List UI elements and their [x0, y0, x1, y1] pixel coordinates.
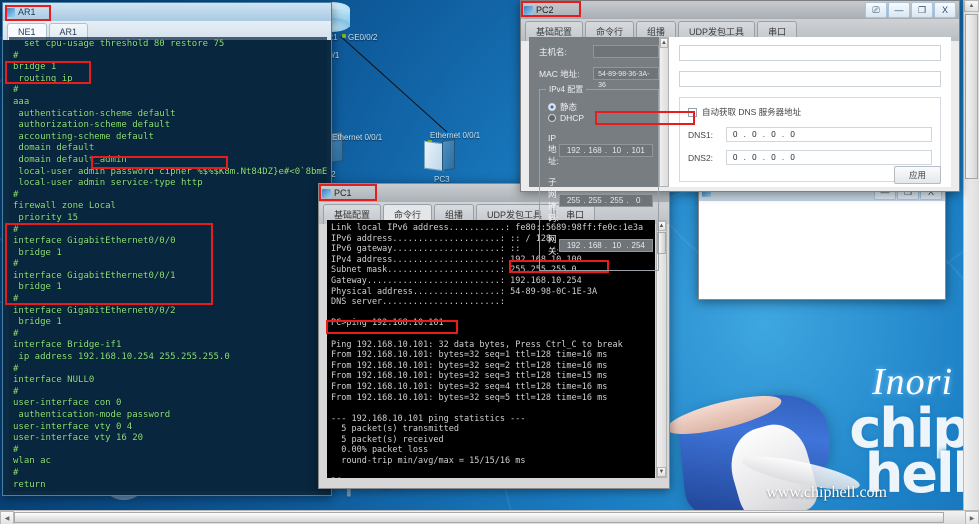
pc2-hostname-input[interactable]: [593, 45, 659, 58]
close-button[interactable]: X: [934, 2, 956, 18]
scroll-left-arrow-icon[interactable]: ◀: [0, 511, 14, 524]
pc2-mac-row: MAC 地址: 54-89-98-36-3A-36: [539, 67, 659, 89]
pc2-hostname-field-right[interactable]: [679, 45, 941, 61]
scroll-up-arrow-icon[interactable]: ▲: [964, 0, 979, 12]
restore-inner-button[interactable]: ⎚: [865, 2, 887, 18]
pc2-mac-field-right[interactable]: [679, 71, 941, 87]
gw-octet-3[interactable]: 10: [607, 240, 626, 251]
pc2-ipv4-group: IPv4 配置 静态 DHCP IP 地址: 192. 168. 10. 101: [539, 84, 659, 271]
gw-octet-4[interactable]: 254: [629, 240, 648, 251]
pc2-mask-row: 子网掩码: 255. 255. 255. 0: [548, 176, 653, 224]
pc2-form-scrollbar[interactable]: ▲: [659, 37, 669, 187]
link-router-pc3[interactable]: [340, 36, 448, 133]
mask-octet-4[interactable]: 0: [629, 195, 648, 206]
mask-octet-1[interactable]: 255: [564, 195, 583, 206]
pc2-dns2-row: DNS2: 0 . 0 . 0 . 0: [688, 150, 932, 165]
background-window[interactable]: — ❐ X: [698, 182, 946, 300]
ip-octet-4[interactable]: 101: [629, 145, 648, 156]
pc2-mask-input[interactable]: 255. 255. 255. 0: [558, 193, 653, 207]
checkbox-icon[interactable]: [688, 107, 697, 117]
horizontal-scroll-thumb[interactable]: [14, 512, 944, 523]
pc2-dns1-row: DNS1: 0 . 0 . 0 . 0: [688, 127, 932, 142]
pc2-hostname-row: 主机名:: [539, 45, 659, 58]
pc2-window-controls[interactable]: ⎚ — ❐ X: [865, 2, 956, 18]
pc2-gateway-input[interactable]: 192. 168. 10. 254: [558, 238, 653, 252]
radio-dhcp[interactable]: DHCP: [548, 113, 584, 123]
pc2-basic-config-form: 主机名: MAC 地址: 54-89-98-36-3A-36 IPv4 配置 静…: [529, 37, 669, 271]
pc2-hostname-label: 主机名:: [539, 46, 567, 57]
pc2-dns1-label: DNS1:: [688, 129, 714, 140]
scroll-up-arrow-icon[interactable]: ▲: [660, 38, 668, 48]
background-window-body: [699, 201, 945, 299]
pc2-mac-label: MAC 地址:: [539, 68, 580, 79]
canvas-horizontal-scrollbar[interactable]: ◀ ▶: [0, 510, 979, 524]
pc2-right-panel: 自动获取 DNS 服务器地址 DNS1: 0 . 0 . 0 . 0 DNS2:…: [669, 37, 951, 187]
pc2-dns2-input[interactable]: 0 . 0 . 0 . 0: [726, 150, 932, 165]
pc2-port-label: Ethernet 0/0/1: [332, 133, 383, 142]
vertical-scroll-thumb[interactable]: [965, 14, 978, 179]
ip-octet-1[interactable]: 192: [564, 145, 583, 156]
ar1-window-title: AR1: [18, 7, 36, 17]
window-icon: [322, 188, 331, 198]
pc2-ip-input[interactable]: 192. 168. 10. 101: [558, 143, 653, 157]
pc2-auto-dns-label: 自动获取 DNS 服务器地址: [702, 107, 802, 117]
window-icon: [524, 5, 533, 15]
pc2-ipv4-group-title: IPv4 配置: [546, 84, 587, 95]
pc1-window-title: PC1: [334, 188, 352, 198]
radio-icon[interactable]: [548, 114, 556, 122]
pc2-mac-input[interactable]: 54-89-98-36-3A-36: [593, 67, 659, 89]
scroll-right-arrow-icon[interactable]: ▶: [965, 511, 979, 524]
gw-octet-1[interactable]: 192: [564, 240, 583, 251]
ip-octet-2[interactable]: 168: [585, 145, 604, 156]
pc2-ip-row: IP 地址: 192. 168. 10. 101: [548, 133, 653, 167]
mask-octet-2[interactable]: 255: [585, 195, 604, 206]
radio-static[interactable]: 静态: [548, 101, 577, 113]
ar1-cli-window[interactable]: AR1 NE1 AR1 set cpu-usage threshold 80 r…: [2, 2, 332, 496]
ar1-titlebar[interactable]: AR1: [3, 3, 331, 21]
pc2-gateway-row: 网关: 192. 168. 10. 254: [548, 233, 653, 257]
maximize-button[interactable]: ❐: [911, 2, 933, 18]
pc2-static-label: 静态: [560, 102, 578, 112]
pc2-mask-label: 子网掩码:: [548, 177, 559, 223]
pc3-port-label: Ethernet 0/0/1: [430, 131, 481, 140]
scroll-down-arrow-icon[interactable]: ▼: [657, 467, 666, 477]
port-dot: [342, 34, 346, 38]
pc2-dns1-input[interactable]: 0 . 0 . 0 . 0: [726, 127, 932, 142]
radio-icon[interactable]: [548, 103, 556, 111]
mask-octet-3[interactable]: 255: [607, 195, 626, 206]
canvas-vertical-scrollbar[interactable]: ▲: [963, 0, 979, 510]
pc2-window[interactable]: PC2 ⎚ — ❐ X 基础配置 命令行 组播 UDP发包工具 串口 自动获取 …: [520, 0, 960, 271]
gw-octet-2[interactable]: 168: [585, 240, 604, 251]
window-icon: [6, 7, 15, 17]
router-port-label-ge002: GE0/0/2: [348, 33, 378, 42]
pc2-dns2-label: DNS2:: [688, 152, 714, 163]
pc2-apply-bar: 应用: [893, 166, 941, 184]
minimize-button[interactable]: —: [888, 2, 910, 18]
pc2-gateway-label: 网关:: [548, 234, 559, 256]
pc2-window-title: PC2: [536, 5, 554, 15]
pc2-titlebar[interactable]: PC2 ⎚ — ❐ X: [521, 1, 959, 19]
ar1-cli-output[interactable]: set cpu-usage threshold 80 restore 75 # …: [9, 37, 327, 491]
pc2-ip-label: IP 地址:: [548, 133, 559, 166]
pc2-auto-dns-row[interactable]: 自动获取 DNS 服务器地址: [688, 106, 932, 118]
pc2-dhcp-label: DHCP: [560, 113, 585, 123]
pc2-ip-mode-row[interactable]: 静态 DHCP: [548, 101, 650, 124]
pc3-node-icon[interactable]: [424, 139, 462, 172]
ip-octet-3[interactable]: 10: [607, 145, 626, 156]
apply-button[interactable]: 应用: [893, 166, 941, 184]
